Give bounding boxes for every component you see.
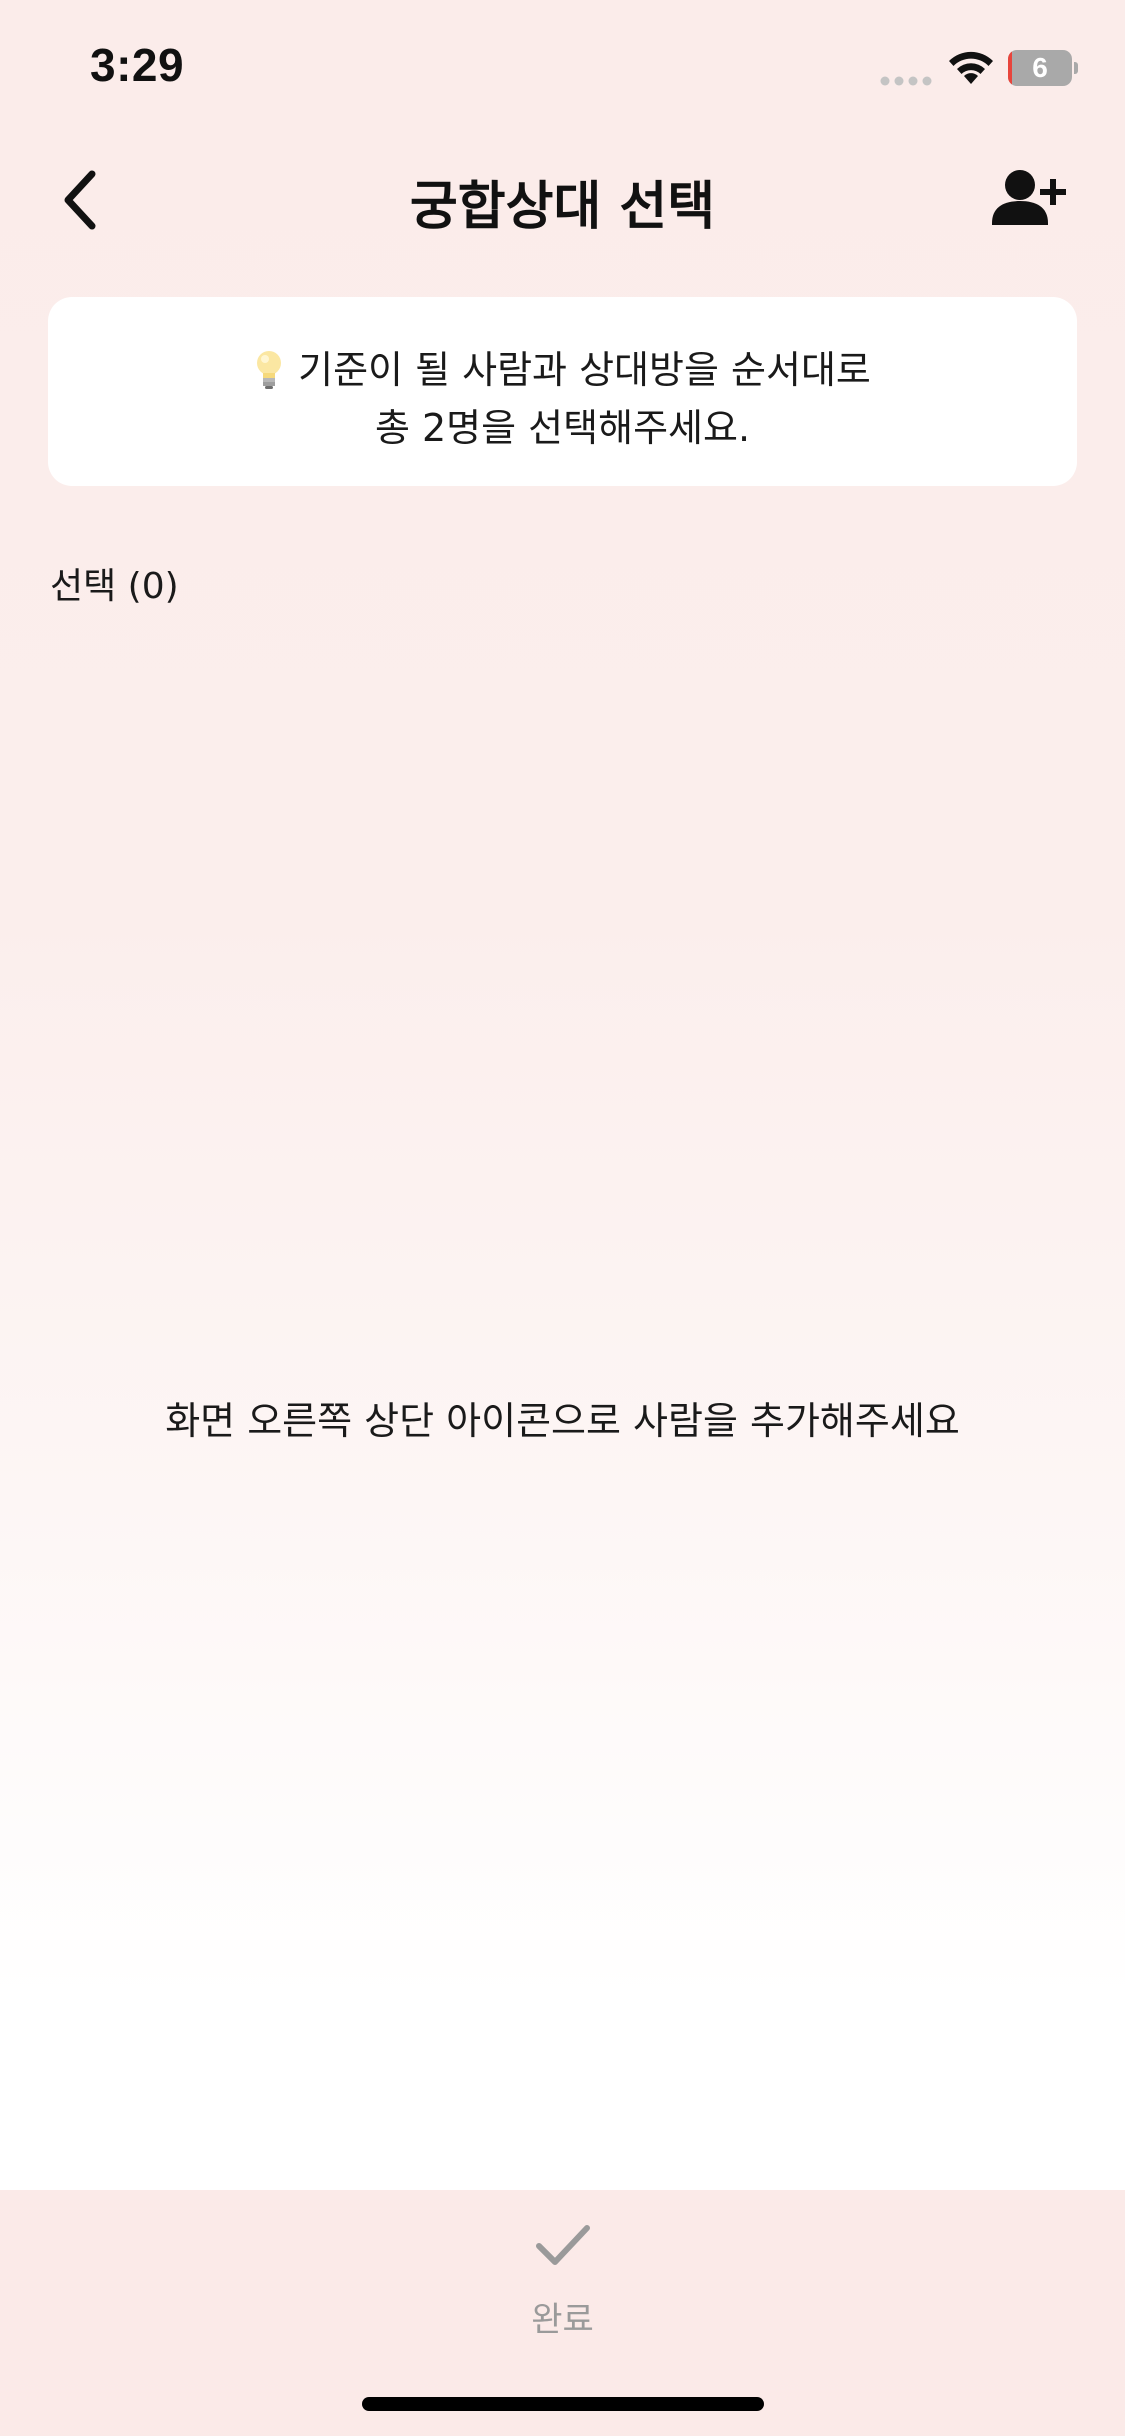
info-line-1: 기준이 될 사람과 상대방을 순서대로 xyxy=(48,339,1077,394)
selected-count-label: 선택 (0) xyxy=(50,566,179,607)
status-bar: 3:29 6 xyxy=(0,0,1125,130)
battery-body: 6 xyxy=(1008,50,1072,86)
page-title: 궁합상대 선택 xyxy=(409,177,716,237)
back-button[interactable] xyxy=(50,160,120,240)
add-person-button[interactable] xyxy=(990,165,1070,235)
lightbulb-icon xyxy=(257,351,282,389)
status-time: 3:29 xyxy=(90,39,185,91)
home-indicator xyxy=(362,2397,764,2411)
cellular-dots-icon xyxy=(880,76,932,86)
info-text-line-2: 총 2명을 선택해주세요. xyxy=(374,406,751,450)
empty-state-message: 화면 오른쪽 상단 아이콘으로 사람을 추가해주세요 xyxy=(165,1399,960,1443)
done-label: 완료 xyxy=(531,2300,594,2340)
battery-tip xyxy=(1074,62,1078,74)
chevron-left-icon xyxy=(64,170,96,230)
person-add-icon xyxy=(992,170,1066,225)
info-text-line-1: 기준이 될 사람과 상대방을 순서대로 xyxy=(298,348,871,392)
wifi-icon xyxy=(949,51,993,84)
info-card: 기준이 될 사람과 상대방을 순서대로 총 2명을 선택해주세요. xyxy=(48,297,1077,486)
checkmark-icon xyxy=(536,2225,590,2265)
done-button[interactable]: 완료 xyxy=(500,2220,625,2350)
battery-level-text: 6 xyxy=(1032,52,1048,83)
battery-indicator: 6 xyxy=(1008,50,1078,86)
